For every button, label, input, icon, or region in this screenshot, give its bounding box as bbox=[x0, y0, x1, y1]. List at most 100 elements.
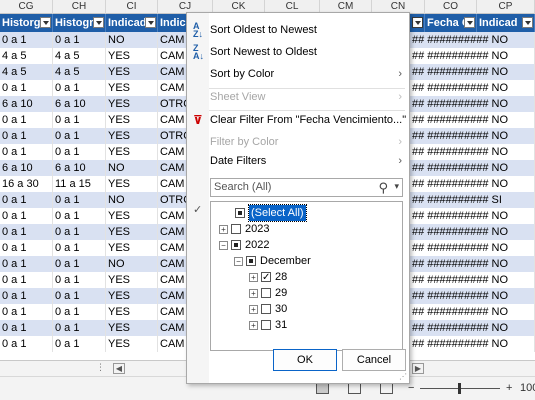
table-cell[interactable]: NO bbox=[106, 192, 158, 208]
table-cell[interactable]: ## ########## SI bbox=[410, 192, 535, 208]
table-cell[interactable]: ## ########## NO bbox=[410, 144, 535, 160]
table-cell[interactable]: YES bbox=[106, 96, 158, 112]
table-cell[interactable]: YES bbox=[106, 80, 158, 96]
table-cell[interactable]: ## ########## NO bbox=[410, 288, 535, 304]
table-cell[interactable]: 0 a 1 bbox=[53, 80, 106, 96]
column-letter-ch[interactable]: CH bbox=[53, 0, 106, 14]
table-cell[interactable]: 4 a 5 bbox=[0, 64, 53, 80]
table-cell[interactable]: NO bbox=[106, 256, 158, 272]
table-cell[interactable]: 0 a 1 bbox=[0, 224, 53, 240]
table-cell[interactable]: 0 a 1 bbox=[0, 208, 53, 224]
tree-node-day-30[interactable]: + 30 bbox=[211, 301, 401, 317]
table-cell[interactable]: YES bbox=[106, 112, 158, 128]
scroll-left-icon[interactable]: ◀ bbox=[113, 363, 125, 374]
tree-node-day-28[interactable]: + 28 bbox=[211, 269, 401, 286]
resize-grip-icon[interactable]: ⋰ bbox=[399, 372, 407, 381]
filter-active-button[interactable] bbox=[412, 17, 423, 28]
table-cell[interactable]: 0 a 1 bbox=[53, 224, 106, 240]
filter-dropdown-button[interactable] bbox=[93, 17, 104, 28]
table-cell[interactable]: 4 a 5 bbox=[53, 64, 106, 80]
column-letter-ci[interactable]: CI bbox=[106, 0, 158, 14]
expand-icon[interactable]: + bbox=[249, 305, 258, 314]
day-30-checkbox[interactable] bbox=[261, 304, 271, 314]
table-cell[interactable]: 0 a 1 bbox=[53, 32, 106, 48]
table-cell[interactable]: 6 a 10 bbox=[0, 96, 53, 112]
table-cell[interactable]: YES bbox=[106, 288, 158, 304]
table-cell[interactable]: ## ########## NO bbox=[410, 320, 535, 336]
expand-icon[interactable]: + bbox=[219, 225, 228, 234]
table-cell[interactable]: 0 a 1 bbox=[0, 192, 53, 208]
table-cell[interactable]: ## ########## NO bbox=[410, 96, 535, 112]
table-cell[interactable]: 0 a 1 bbox=[53, 272, 106, 288]
table-cell[interactable]: 0 a 1 bbox=[0, 112, 53, 128]
table-cell[interactable]: ## ########## NO bbox=[410, 48, 535, 64]
table-cell[interactable]: YES bbox=[106, 304, 158, 320]
tree-node-day-31[interactable]: + 31 bbox=[211, 317, 401, 333]
year-2022-checkbox[interactable] bbox=[231, 240, 241, 250]
sort-newest-to-oldest-item[interactable]: Z A↓ Sort Newest to Oldest bbox=[187, 41, 409, 63]
expand-icon[interactable]: + bbox=[249, 289, 258, 298]
filter-dropdown-button[interactable] bbox=[522, 17, 533, 28]
table-cell[interactable]: 0 a 1 bbox=[0, 336, 53, 352]
table-cell[interactable]: 0 a 1 bbox=[53, 336, 106, 352]
search-options-dropdown-icon[interactable]: ▾ bbox=[394, 181, 399, 192]
ok-button[interactable]: OK bbox=[273, 349, 337, 371]
column-letter-cp[interactable]: CP bbox=[477, 0, 535, 14]
table-cell[interactable]: YES bbox=[106, 208, 158, 224]
table-cell[interactable]: YES bbox=[106, 224, 158, 240]
column-letter-co[interactable]: CO bbox=[425, 0, 477, 14]
table-cell[interactable]: 0 a 1 bbox=[53, 320, 106, 336]
table-cell[interactable]: 0 a 1 bbox=[0, 304, 53, 320]
table-cell[interactable]: ## ########## NO bbox=[410, 240, 535, 256]
zoom-level[interactable]: 100 bbox=[520, 382, 535, 394]
sort-by-color-item[interactable]: Sort by Color › bbox=[187, 63, 409, 85]
tree-node-day-29[interactable]: + 29 bbox=[211, 285, 401, 301]
scroll-right-icon[interactable]: ▶ bbox=[412, 363, 424, 374]
table-cell[interactable]: 0 a 1 bbox=[53, 208, 106, 224]
table-cell[interactable]: 0 a 1 bbox=[53, 144, 106, 160]
table-cell[interactable]: 16 a 30 bbox=[0, 176, 53, 192]
tree-node-december[interactable]: − December bbox=[211, 253, 401, 269]
table-cell[interactable]: NO bbox=[106, 160, 158, 176]
cancel-button[interactable]: Cancel bbox=[342, 349, 406, 371]
table-cell[interactable]: 0 a 1 bbox=[53, 256, 106, 272]
table-cell[interactable]: 0 a 1 bbox=[0, 128, 53, 144]
table-cell[interactable]: 0 a 1 bbox=[53, 112, 106, 128]
table-cell[interactable]: ## ########## NO bbox=[410, 128, 535, 144]
select-all-checkbox[interactable] bbox=[235, 208, 245, 218]
table-cell[interactable]: ## ########## NO bbox=[410, 176, 535, 192]
tree-node-2023[interactable]: + 2023 bbox=[211, 221, 401, 237]
table-cell[interactable]: YES bbox=[106, 336, 158, 352]
table-cell[interactable]: 0 a 1 bbox=[0, 144, 53, 160]
table-cell[interactable]: ## ########## NO bbox=[410, 32, 535, 48]
day-29-checkbox[interactable] bbox=[261, 288, 271, 298]
table-cell[interactable]: 0 a 1 bbox=[0, 256, 53, 272]
table-cell[interactable]: 0 a 1 bbox=[53, 288, 106, 304]
table-cell[interactable]: 11 a 15 bbox=[53, 176, 106, 192]
clear-filter-item[interactable]: ⊽ Clear Filter From "Fecha Vencimiento..… bbox=[187, 109, 409, 131]
table-cell[interactable]: 6 a 10 bbox=[53, 96, 106, 112]
table-cell[interactable]: YES bbox=[106, 176, 158, 192]
filter-search-input[interactable]: Search (All) ⚲ ▾ bbox=[210, 178, 403, 197]
table-cell[interactable]: ## ########## NO bbox=[410, 336, 535, 352]
search-icon[interactable]: ⚲ bbox=[378, 180, 388, 196]
table-cell[interactable]: YES bbox=[106, 240, 158, 256]
table-cell[interactable]: ## ########## NO bbox=[410, 80, 535, 96]
table-cell[interactable]: 0 a 1 bbox=[53, 304, 106, 320]
sort-oldest-to-newest-item[interactable]: A Z↓ Sort Oldest to Newest bbox=[187, 19, 409, 41]
date-filters-item[interactable]: Date Filters › bbox=[187, 150, 409, 172]
table-cell[interactable]: ## ########## NO bbox=[410, 256, 535, 272]
expand-icon[interactable]: + bbox=[249, 321, 258, 330]
december-checkbox[interactable] bbox=[246, 256, 256, 266]
filter-dropdown-button[interactable] bbox=[40, 17, 51, 28]
table-cell[interactable]: ## ########## NO bbox=[410, 112, 535, 128]
table-cell[interactable]: YES bbox=[106, 48, 158, 64]
table-cell[interactable]: YES bbox=[106, 320, 158, 336]
day-31-checkbox[interactable] bbox=[261, 320, 271, 330]
table-cell[interactable]: ## ########## NO bbox=[410, 304, 535, 320]
table-cell[interactable]: 0 a 1 bbox=[0, 80, 53, 96]
zoom-slider-thumb[interactable] bbox=[458, 383, 461, 394]
day-28-checkbox[interactable] bbox=[261, 270, 271, 286]
table-cell[interactable]: 0 a 1 bbox=[0, 288, 53, 304]
table-cell[interactable]: NO bbox=[106, 32, 158, 48]
